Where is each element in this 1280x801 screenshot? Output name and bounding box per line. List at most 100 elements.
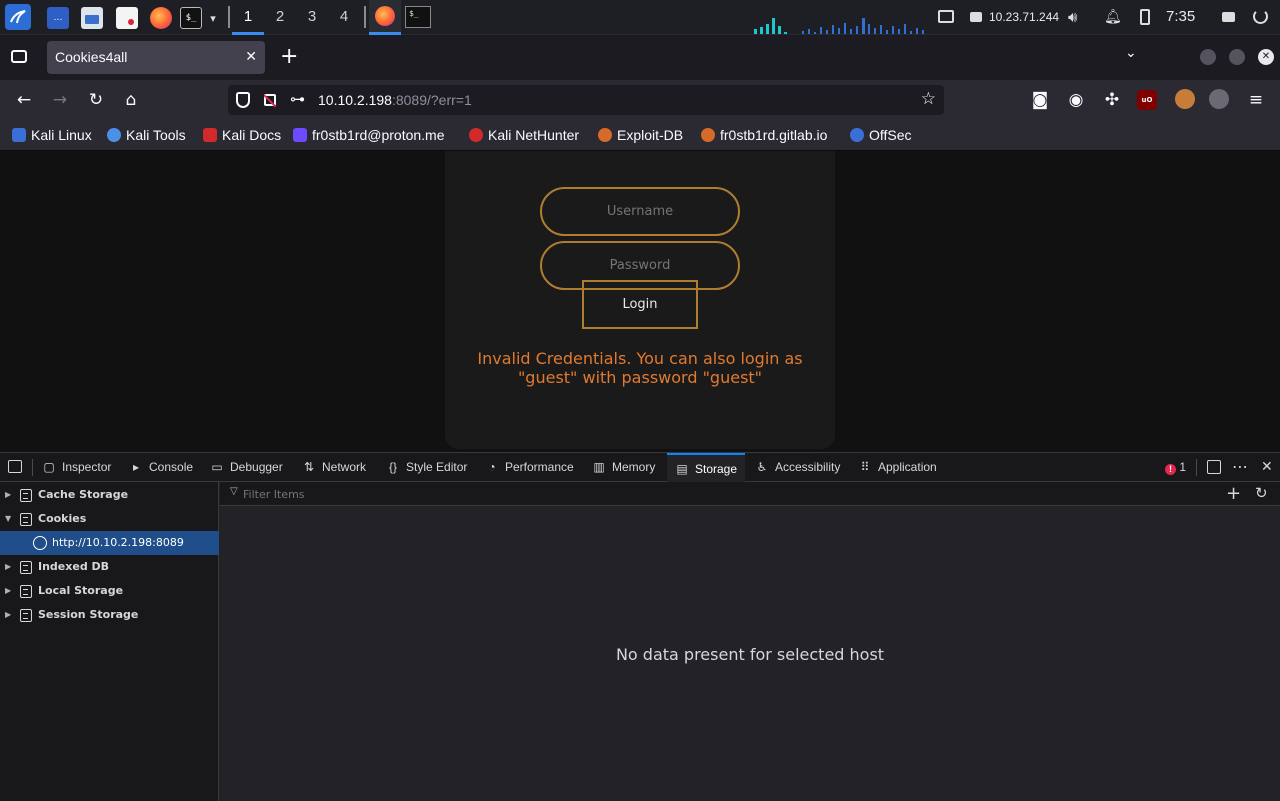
tab-inspector[interactable]: ▢ Inspector (42, 453, 111, 482)
workspace-2[interactable]: 2 (264, 0, 296, 35)
volume-icon[interactable]: 🔊︎ (1068, 8, 1077, 26)
offsec-icon (850, 128, 864, 142)
firefox-launcher-icon[interactable] (150, 7, 172, 29)
network-activity-graph (754, 18, 924, 34)
chevron-down-icon[interactable]: ▾ (205, 7, 221, 29)
tab-accessibility[interactable]: ♿︎ Accessibility (755, 453, 841, 482)
hacktools-icon[interactable] (1209, 89, 1229, 109)
file-manager-icon[interactable] (81, 7, 103, 29)
insecure-lock-icon[interactable] (263, 94, 277, 108)
username-input[interactable] (540, 187, 740, 236)
hamburger-menu-icon[interactable]: ≡ (1244, 88, 1268, 112)
tracking-protection-shield-icon[interactable] (236, 92, 250, 108)
taskbar-separator (228, 6, 230, 28)
refresh-items-icon[interactable]: ↻ (1255, 482, 1268, 505)
ublock-origin-icon[interactable]: uO (1137, 90, 1157, 110)
bookmark-proton[interactable]: fr0stb1rd@proton.me (293, 120, 445, 150)
workspace-3[interactable]: 3 (296, 0, 328, 35)
tab-style-editor[interactable]: {} Style Editor (386, 453, 467, 482)
terminal-window-button[interactable]: $_ (405, 6, 431, 28)
power-icon[interactable] (1253, 9, 1268, 24)
collapse-arrow-icon[interactable]: ▼ (5, 507, 11, 531)
tree-item-local-storage[interactable]: ▶ Local Storage (0, 579, 219, 603)
error-count-badge[interactable]: ! 1 (1165, 453, 1186, 482)
url-bar[interactable]: ⊶ 10.10.2.198:8089/?err=1 ☆ (228, 85, 944, 115)
console-icon: ▸ (132, 460, 140, 474)
login-button[interactable]: Login (582, 280, 698, 329)
firefox-view-icon[interactable] (11, 50, 27, 63)
url-text[interactable]: 10.10.2.198:8089/?err=1 (318, 85, 472, 115)
vpn-ip-address[interactable]: 10.23.71.244 (989, 0, 1059, 34)
maximize-window-button[interactable] (1229, 49, 1245, 65)
tree-item-session-storage[interactable]: ▶ Session Storage (0, 603, 219, 627)
home-icon[interactable]: ⌂ (119, 88, 143, 112)
tree-item-label: Local Storage (38, 584, 124, 597)
database-icon (20, 489, 32, 502)
extensions-puzzle-icon[interactable]: ✣ (1100, 88, 1124, 112)
vpn-lock-icon (970, 12, 982, 22)
tab-cookies4all[interactable]: Cookies4all ✕ (47, 41, 265, 74)
back-arrow-icon[interactable]: ← (12, 88, 36, 112)
tree-item-cookies[interactable]: ▼ Cookies (0, 507, 219, 531)
expand-arrow-icon[interactable]: ▶ (5, 483, 11, 507)
firefox-window-button[interactable] (369, 0, 401, 35)
filter-items-input[interactable] (228, 484, 1208, 504)
show-desktop-icon[interactable]: … (47, 7, 69, 29)
bookmark-label: fr0stb1rd@proton.me (312, 127, 445, 143)
add-item-icon[interactable]: + (1226, 482, 1241, 505)
network-monitor-icon[interactable] (938, 10, 954, 23)
workspace-1[interactable]: 1 (232, 0, 264, 35)
lock-screen-icon[interactable] (1222, 12, 1235, 22)
tab-application[interactable]: ⠿ Application (858, 453, 937, 482)
element-picker-icon[interactable] (8, 460, 22, 473)
tree-item-cache-storage[interactable]: ▶ Cache Storage (0, 483, 219, 507)
kali-tools-icon (107, 128, 121, 142)
reload-icon[interactable]: ↻ (84, 88, 108, 112)
bookmark-exploit-db[interactable]: Exploit-DB (598, 120, 683, 150)
bookmark-offsec[interactable]: OffSec (850, 120, 912, 150)
cookie-editor-icon[interactable] (1175, 89, 1195, 109)
close-window-button[interactable]: ✕ (1258, 49, 1274, 65)
bookmark-kali-nethunter[interactable]: Kali NetHunter (469, 120, 579, 150)
tab-debugger[interactable]: ▭ Debugger (210, 453, 282, 482)
key-icon[interactable]: ⊶ (290, 90, 305, 108)
workspace-4[interactable]: 4 (328, 0, 360, 35)
dock-side-icon[interactable] (1207, 460, 1221, 474)
close-tab-icon[interactable]: ✕ (245, 41, 257, 74)
expand-arrow-icon[interactable]: ▶ (5, 555, 11, 579)
more-options-icon[interactable]: ⋯ (1232, 453, 1248, 480)
list-all-tabs-chevron-icon[interactable]: ⌄ (1125, 45, 1137, 61)
tab-memory[interactable]: ▥ Memory (592, 453, 655, 482)
tab-console[interactable]: ▸ Console (129, 453, 193, 482)
storage-icon: ▤ (676, 462, 688, 476)
memory-icon: ▥ (593, 460, 605, 474)
bookmark-label: Kali Docs (222, 127, 282, 143)
bookmark-star-icon[interactable]: ☆ (921, 89, 936, 109)
text-editor-icon[interactable] (116, 7, 138, 29)
bookmark-kali-linux[interactable]: Kali Linux (12, 120, 92, 150)
tree-item-cookies-host[interactable]: http://10.10.2.198:8089 (0, 531, 219, 555)
tab-network[interactable]: ⇅ Network (302, 453, 366, 482)
close-devtools-icon[interactable]: ✕ (1261, 453, 1273, 482)
new-tab-button[interactable]: + (280, 43, 298, 71)
account-icon[interactable]: ◉ (1064, 88, 1088, 112)
expand-arrow-icon[interactable]: ▶ (5, 603, 11, 627)
notification-bell-icon[interactable]: 🔔︎ (1104, 9, 1122, 25)
minimize-window-button[interactable] (1200, 49, 1216, 65)
page-viewport: Login Invalid Credentials. You can also … (0, 151, 1280, 452)
bookmark-gitlab[interactable]: fr0stb1rd.gitlab.io (701, 120, 827, 150)
expand-arrow-icon[interactable]: ▶ (5, 579, 11, 603)
username-field[interactable] (542, 189, 738, 234)
tree-item-indexed-db[interactable]: ▶ Indexed DB (0, 555, 219, 579)
tab-performance[interactable]: ◔ Performance (485, 453, 573, 482)
pocket-icon[interactable]: ◙ (1028, 88, 1052, 112)
toolbar-divider (32, 459, 33, 476)
battery-icon (1140, 9, 1150, 25)
forward-arrow-icon[interactable]: → (48, 88, 72, 112)
terminal-launcher-icon[interactable]: $_ (180, 7, 202, 29)
bookmark-kali-tools[interactable]: Kali Tools (107, 120, 186, 150)
bookmark-kali-docs[interactable]: Kali Docs (203, 120, 281, 150)
tab-storage[interactable]: ▤ Storage (667, 453, 746, 482)
clock[interactable]: 7:35 (1166, 0, 1195, 34)
kali-menu-icon[interactable] (5, 4, 31, 30)
